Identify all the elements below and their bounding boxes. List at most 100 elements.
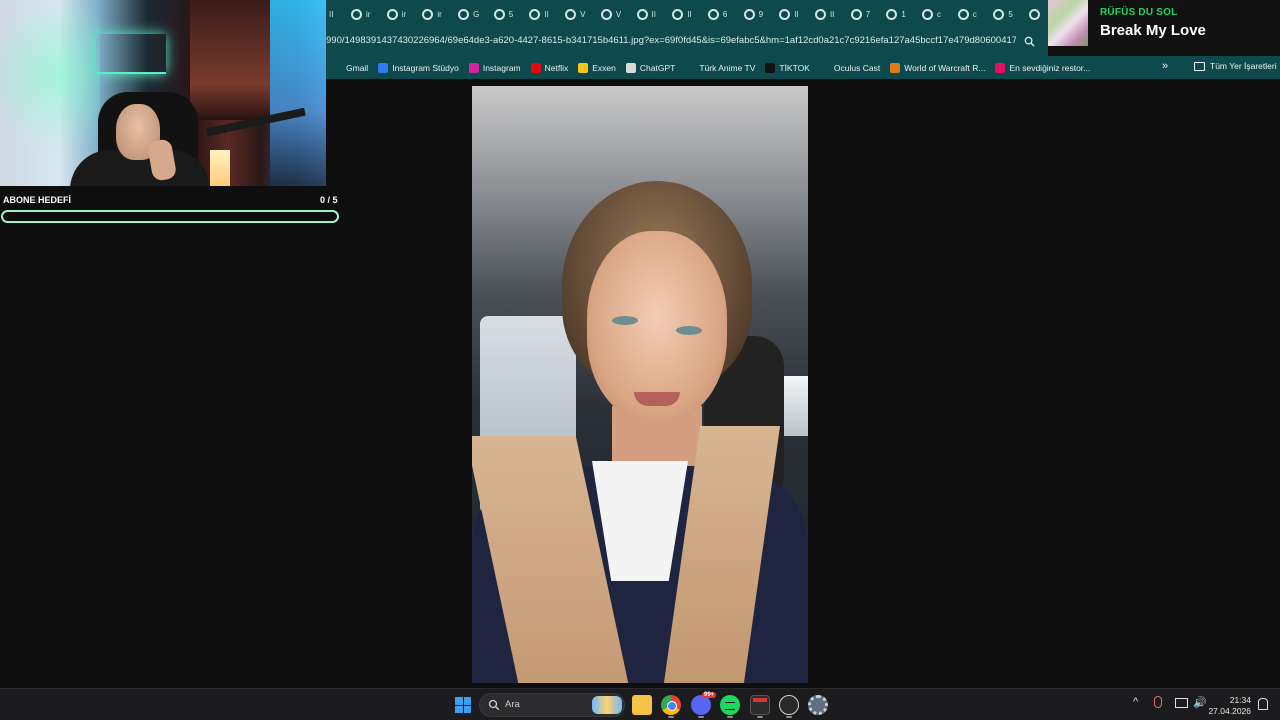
tab-title: ir [401,9,407,19]
bookmarks-list: Gmail Instagram Stüdyo Instagram Netflix Exx… [326,62,1100,73]
browser-tab[interactable]: II [812,0,848,28]
webcam-blue-light [270,0,326,186]
url-text[interactable]: 990/1498391437430226964/69e64de3-a620-44… [326,35,1016,46]
all-bookmarks-button[interactable]: Tüm Yer İşaretleri [1194,61,1277,71]
running-indicator [786,716,792,718]
tab-title: 1 [901,9,906,19]
tab-title: G [473,9,480,19]
bookmark-item[interactable]: Instagram Stüdyo [378,62,459,73]
bookmark-item[interactable]: Netflix [530,62,568,73]
webcam-lamp [210,150,230,186]
browser-tab[interactable]: V [598,0,634,28]
tab-title: V [580,9,586,19]
tab-title: II [544,9,549,19]
tab-title: 6 [722,9,728,19]
bookmark-item[interactable]: Oculus Cast [819,62,881,73]
chatgpt-icon [625,62,636,73]
subscriber-goal-label: ABONE HEDEFİ [3,195,72,205]
chrome-icon [600,8,612,20]
browser-tab[interactable]: 9 [741,0,777,28]
start-button[interactable] [455,697,471,713]
browser-tab[interactable]: c [955,0,991,28]
show-hidden-icons-chevron-icon[interactable]: ^ [1133,696,1138,708]
chrome-icon [1029,8,1041,20]
bookmark-label: Instagram [482,62,521,73]
discord-badge: 99+ [702,692,717,698]
subscriber-goal-count: 0 / 5 [320,195,338,205]
bookmark-label: Instagram Stüdyo [392,62,459,73]
browser-tab[interactable]: II [776,0,812,28]
address-bar[interactable]: 990/1498391437430226964/69e64de3-a620-44… [326,28,1048,56]
bookmark-item[interactable]: TİKTOK [765,62,810,73]
obs-icon[interactable] [779,695,799,715]
now-playing-widget: RÜFÜS DU SOL Break My Love [1048,0,1280,56]
clock-time[interactable]: 21:34 [1225,695,1251,705]
yemeksepeti-icon [995,62,1006,73]
running-indicator [757,716,763,718]
bookmark-item[interactable]: Instagram [468,62,521,73]
browser-tab[interactable]: V [562,0,598,28]
bookmark-label: En sevdiğiniz restor... [1009,62,1091,73]
browser-tab-strip: II ir ir ir G 5 II V V II II 6 9 II II 7 1 c c 5 [326,0,1048,28]
browser-tab[interactable]: ir [419,0,455,28]
settings-icon[interactable] [808,695,828,715]
spotify-icon[interactable] [720,695,740,715]
image-viewer[interactable] [472,86,808,683]
tab-title: c [972,9,977,19]
bookmark-label: Gmail [346,62,369,73]
browser-tab[interactable]: c [919,0,955,28]
running-indicator [698,716,704,718]
discord-icon[interactable] [691,695,711,715]
webcam-feed [0,0,326,186]
media-app-icon[interactable] [750,695,770,715]
chrome-icon [993,8,1005,20]
chrome-icon[interactable] [661,695,681,715]
browser-tab[interactable]: 5 [990,0,1026,28]
tab-title: ir [366,9,371,19]
folder-icon [1194,61,1205,71]
file-explorer-icon[interactable] [632,695,652,715]
microphone-icon[interactable] [1154,696,1162,708]
browser-tab[interactable]: G [455,0,491,28]
browser-tab[interactable]: 1 [883,0,919,28]
webcam-background-room [190,0,270,120]
photo-eye-right [676,326,702,335]
network-icon[interactable] [1175,698,1188,708]
bookmark-item[interactable]: ChatGPT [625,62,675,73]
exxen-icon [578,62,589,73]
browser-tab[interactable]: II [326,0,348,28]
bookmark-item[interactable]: En sevdiğiniz restor... [995,62,1091,73]
notification-bell-icon[interactable] [1258,698,1268,710]
browser-tab[interactable] [1026,0,1048,28]
tab-title: 5 [1008,9,1013,19]
bookmark-item[interactable]: Gmail [332,62,369,73]
bookmark-label: Oculus Cast [833,62,881,73]
browser-tab[interactable]: 7 [848,0,884,28]
bookmark-label: World of Warcraft R... [904,62,986,73]
browser-tab[interactable]: ir [384,0,420,28]
clock-date[interactable]: 27.04.2026 [1205,706,1251,716]
tab-title: 5 [508,9,514,19]
browser-tab[interactable]: II [526,0,562,28]
chrome-icon [707,8,719,20]
bookmark-item[interactable]: Exxen [578,62,616,73]
browser-tab[interactable]: ir [348,0,384,28]
running-indicator [727,716,733,718]
browser-tab[interactable]: II [634,0,670,28]
tab-title: V [615,9,622,19]
taskbar-search[interactable]: Ara [479,693,625,717]
browser-tab[interactable]: 5 [491,0,527,28]
chrome-icon [922,8,933,20]
search-icon [488,699,500,711]
browser-tab[interactable]: II [669,0,705,28]
bookmark-item[interactable]: World of Warcraft R... [890,62,986,73]
more-bookmarks-icon[interactable]: » [1162,60,1168,72]
gmail-icon [332,62,342,73]
zoom-icon[interactable] [1024,36,1035,47]
now-playing-track: Break My Love [1100,22,1206,39]
chrome-icon [529,8,541,20]
bookmark-item[interactable]: Türk Anime TV [685,62,755,73]
tab-title: II [794,9,799,19]
photo-eye-left [612,316,638,325]
browser-tab[interactable]: 6 [705,0,741,28]
